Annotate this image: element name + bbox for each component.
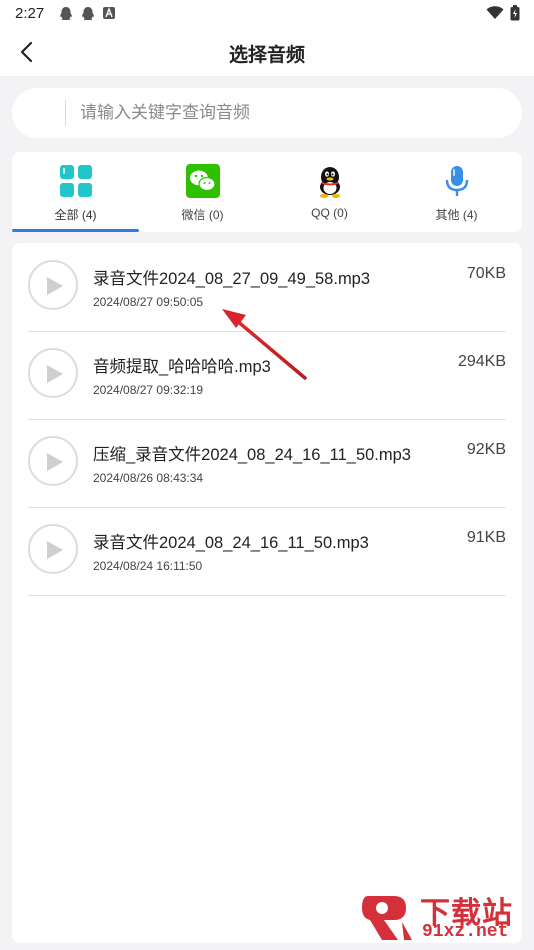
search-box[interactable]: [12, 88, 522, 138]
active-tab-indicator: [12, 229, 139, 232]
watermark-url: 91xz.net: [422, 922, 509, 942]
grid-apps-icon: [60, 165, 92, 197]
play-button[interactable]: [28, 436, 78, 486]
header-bar: 选择音频: [0, 28, 534, 76]
qq-penguin-icon: [320, 167, 340, 198]
app-a-icon: [103, 7, 115, 19]
file-name: 录音文件2024_08_24_16_11_50.mp3: [93, 534, 369, 552]
search-divider: [65, 100, 66, 126]
file-name: 音频提取_哈哈哈哈.mp3: [93, 358, 271, 376]
qq-notification-icon: [82, 7, 94, 20]
battery-icon: [510, 5, 520, 21]
file-date: 2024/08/27 09:32:19: [93, 383, 204, 397]
file-name: 压缩_录音文件2024_08_24_16_11_50.mp3: [93, 446, 411, 464]
qq-notification-icon: [60, 7, 72, 20]
site-logo: [362, 896, 412, 940]
file-size: 91KB: [466, 529, 506, 546]
file-name: 录音文件2024_08_27_09_49_58.mp3: [93, 270, 371, 288]
play-icon: [47, 365, 63, 383]
tab-qq[interactable]: QQ (0): [266, 152, 393, 232]
audio-file-row[interactable]: 录音文件2024_08_27_09_49_58.mp3 2024/08/27 0…: [28, 243, 506, 332]
microphone-icon: [445, 166, 469, 196]
audio-file-list: 录音文件2024_08_27_09_49_58.mp3 2024/08/27 0…: [12, 243, 522, 943]
file-size: 294KB: [457, 353, 506, 370]
status-system-icons: [486, 5, 520, 21]
file-size: 70KB: [466, 265, 506, 282]
wechat-icon: [186, 164, 220, 198]
status-notification-icons: [58, 6, 116, 22]
file-size: 92KB: [466, 441, 506, 458]
play-icon: [47, 541, 63, 559]
status-bar: 2:27: [0, 0, 534, 28]
tab-all-label: 全部 (4): [54, 208, 97, 222]
audio-file-row[interactable]: 压缩_录音文件2024_08_24_16_11_50.mp3 2024/08/2…: [28, 419, 506, 508]
file-date: 2024/08/27 09:50:05: [93, 295, 204, 309]
file-date: 2024/08/26 08:43:34: [93, 471, 204, 485]
wifi-icon: [486, 6, 504, 19]
page-title: 选择音频: [228, 45, 305, 66]
audio-file-row[interactable]: 音频提取_哈哈哈哈.mp3 2024/08/27 09:32:19 294KB: [28, 331, 506, 420]
tab-other-label: 其他 (4): [435, 208, 478, 222]
tab-all[interactable]: 全部 (4): [12, 152, 139, 232]
audio-file-row[interactable]: 录音文件2024_08_24_16_11_50.mp3 2024/08/24 1…: [28, 507, 506, 596]
source-tabs: 全部 (4) 微信 (0) QQ (0) 其他 (4): [12, 152, 522, 232]
play-icon: [47, 277, 63, 295]
watermark: 下载站 91xz.net: [360, 888, 530, 948]
status-time: 2:27: [15, 5, 45, 22]
play-button[interactable]: [28, 348, 78, 398]
tab-other[interactable]: 其他 (4): [393, 152, 520, 232]
play-icon: [47, 453, 63, 471]
tab-wechat-label: 微信 (0): [181, 208, 224, 222]
tab-qq-label: QQ (0): [311, 206, 348, 220]
tab-wechat[interactable]: 微信 (0): [139, 152, 266, 232]
play-button[interactable]: [28, 524, 78, 574]
file-date: 2024/08/24 16:11:50: [93, 559, 203, 573]
play-button[interactable]: [28, 260, 78, 310]
search-input[interactable]: [80, 88, 500, 138]
